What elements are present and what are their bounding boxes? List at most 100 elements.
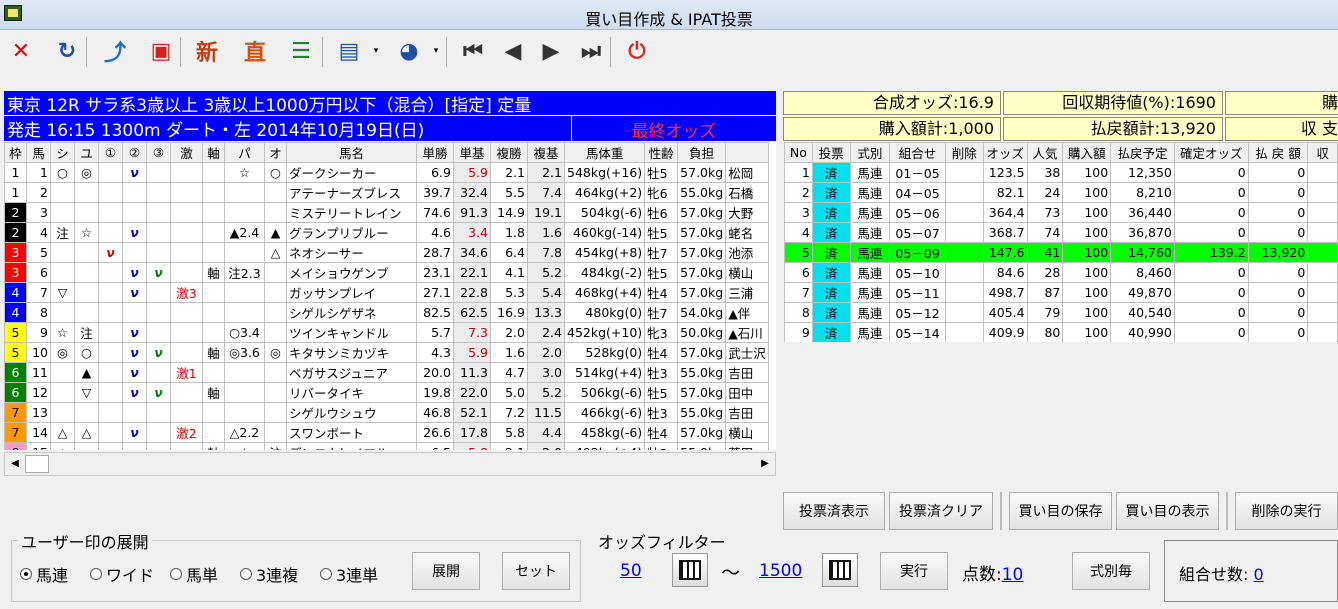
radio-1[interactable]: 馬連 bbox=[20, 562, 68, 586]
bet-row[interactable]: 1 済馬連 01－05 123.5 38 100 12,350 0 0 bbox=[784, 162, 1338, 183]
horse-col-header[interactable]: 馬 bbox=[26, 142, 51, 163]
horse-row[interactable]: 6 11 ▲ ν 激1 ベガサスジュニア 20.0 11.3 4.7 3.0 514kg(+4) 牡3… bbox=[4, 362, 769, 383]
vote-done-clear-button[interactable]: 投票済クリア bbox=[889, 492, 993, 530]
horse-row[interactable]: 6 12 ▽ ν ν 軸 リバータイキ 19.8 22.0 5.0 5.2 506kg(-6) 牡5 57… bbox=[4, 382, 769, 403]
bet-row[interactable]: 4 済馬連 05－07 368.7 74 100 36,870 0 0 bbox=[784, 222, 1338, 243]
horse-row[interactable]: 3 5 ν △ ネオシーサー 28.7 34.6 6.4 7.8 454kg(+8) 牡7 57.0k… bbox=[4, 242, 769, 263]
radio-dot-icon[interactable] bbox=[240, 568, 252, 580]
bet-col-header[interactable]: 払 戻 額 bbox=[1247, 142, 1309, 163]
bet-row[interactable]: 7 済馬連 05－11 498.7 87 100 49,870 0 0 bbox=[784, 282, 1338, 303]
horse-row[interactable]: 2 3 ミステリートレイン 74.6 91.3 14.9 19.1 504kg(-6) 牡6 57… bbox=[4, 202, 769, 223]
horizontal-scrollbar[interactable]: ◀ ▶ bbox=[4, 452, 776, 476]
radio-dot-icon[interactable] bbox=[320, 568, 332, 580]
horse-col-header[interactable]: パ bbox=[224, 142, 265, 163]
bet-row[interactable]: 3 済馬連 05－06 364.4 73 100 36,440 0 0 bbox=[784, 202, 1338, 223]
globe-icon[interactable]: ◕ bbox=[392, 34, 426, 68]
horse-col-header[interactable]: ① bbox=[98, 142, 123, 163]
horse-col-header[interactable]: ② bbox=[122, 142, 147, 163]
points-value[interactable]: 10 bbox=[1002, 565, 1024, 585]
horse-row[interactable]: 4 7 ▽ ν 激3 ガッサンプレイ 27.1 22.8 5.3 5.4 468kg(+4) 牡4 57… bbox=[4, 282, 769, 303]
horse-row[interactable]: 4 8 シゲルシゲザネ 82.5 62.5 16.9 13.3 480kg(0) 牡7 54.0k… bbox=[4, 302, 769, 323]
bet-col-header[interactable]: 確定オッズ bbox=[1173, 142, 1249, 163]
bet-row[interactable]: 9 済馬連 05－14 409.9 80 100 40,990 0 0 bbox=[784, 322, 1338, 342]
scroll-right-icon[interactable]: ▶ bbox=[757, 456, 773, 472]
calculator-icon[interactable] bbox=[822, 553, 858, 587]
bet-col-header[interactable]: 払戻予定 bbox=[1110, 142, 1175, 163]
horse-col-header[interactable]: 単勝 bbox=[416, 142, 454, 163]
horse-row[interactable]: 5 9 ☆ 注 ν ○3.4 ツインキャンドル 5.7 7.3 2.0 2.4 452kg(+10) 牝… bbox=[4, 322, 769, 343]
scroll-thumb[interactable] bbox=[25, 455, 49, 473]
horse-col-header[interactable]: シ bbox=[50, 142, 75, 163]
radio-dot-icon[interactable] bbox=[170, 568, 182, 580]
refresh-icon[interactable]: ↻ bbox=[50, 34, 84, 68]
bet-row[interactable]: 6 済馬連 05－10 84.6 28 100 8,460 0 0 bbox=[784, 262, 1338, 283]
bet-col-header[interactable]: 収 bbox=[1307, 142, 1338, 163]
calculator-icon[interactable] bbox=[672, 553, 708, 587]
horse-col-header[interactable]: 複基 bbox=[527, 142, 565, 163]
horse-row[interactable]: 5 10 ◎ ○ ν ν 軸 ◎3.6 ◎ キタサンミカヅキ 4.3 5.9 1.6 2.0 528kg(0… bbox=[4, 342, 769, 363]
horse-row[interactable]: 2 4 注 ☆ ν ▲2.4 ▲ グランプリブルー 4.6 3.4 1.8 1.6 460kg(-14)… bbox=[4, 222, 769, 243]
first-icon[interactable]: ⏮ bbox=[456, 34, 490, 68]
radio-4[interactable]: 3連複 bbox=[240, 562, 298, 586]
list-icon[interactable]: ☰ bbox=[284, 34, 318, 68]
bet-row[interactable]: 8 済馬連 05－12 405.4 79 100 40,540 0 0 bbox=[784, 302, 1338, 323]
bet-col-header[interactable]: 購入額 bbox=[1062, 142, 1112, 163]
horse-col-header[interactable]: 激 bbox=[170, 142, 203, 163]
newspaper-icon[interactable]: 新 bbox=[190, 34, 224, 68]
horse-col-header[interactable]: ユ bbox=[74, 142, 99, 163]
scroll-left-icon[interactable]: ◀ bbox=[7, 456, 23, 472]
radio-5[interactable]: 3連単 bbox=[320, 562, 378, 586]
delete-execute-button[interactable]: 削除の実行 bbox=[1235, 492, 1338, 530]
radio-dot-icon[interactable] bbox=[90, 568, 102, 580]
horse-col-header[interactable]: オ bbox=[264, 142, 287, 163]
odds-min-input[interactable]: 50 bbox=[620, 561, 642, 581]
bet-col-header[interactable]: オッズ bbox=[982, 142, 1028, 163]
bet-col-header[interactable]: No bbox=[784, 142, 813, 163]
bet-col-header[interactable]: 組合せ bbox=[889, 142, 946, 163]
by-type-button[interactable]: 式別毎 bbox=[1072, 552, 1150, 590]
horse-col-header[interactable]: 軸 bbox=[202, 142, 225, 163]
horse-row[interactable]: 1 2 アテーナーズブレス 39.7 32.4 5.5 7.4 464kg(+2) 牝6 55.0… bbox=[4, 182, 769, 203]
horse-col-header[interactable]: 性齢 bbox=[644, 142, 679, 163]
bet-row[interactable]: 2 済馬連 04－05 82.1 24 100 8,210 0 0 bbox=[784, 182, 1338, 203]
next-icon[interactable]: ▶ bbox=[534, 34, 568, 68]
odds-max-input[interactable]: 1500 bbox=[759, 561, 802, 581]
power-icon[interactable]: ⏻ bbox=[620, 34, 654, 68]
prerace-icon[interactable]: 直 bbox=[238, 34, 272, 68]
horse-col-header[interactable]: 複勝 bbox=[490, 142, 528, 163]
screen-icon[interactable]: ▣ bbox=[144, 34, 178, 68]
document-icon[interactable]: ▤ bbox=[332, 34, 366, 68]
bet-col-header[interactable]: 式別 bbox=[849, 142, 891, 163]
radio-3[interactable]: 馬単 bbox=[170, 562, 218, 586]
bet-row[interactable]: 5 済馬連 05－09 147.6 41 100 14,760 139.2 13,920 bbox=[784, 242, 1338, 263]
close-icon[interactable]: ✕ bbox=[4, 34, 38, 68]
last-icon[interactable]: ⏭ bbox=[574, 34, 608, 68]
horse-row[interactable]: 3 6 ν ν 軸注2.3 メイショウゲンブ 23.1 22.1 4.1 5.2 484kg(-2)… bbox=[4, 262, 769, 283]
radio-dot-icon[interactable] bbox=[20, 568, 32, 580]
save-bets-button[interactable]: 買い目の保存 bbox=[1009, 492, 1112, 530]
horse-row[interactable]: 1 1 ○ ◎ ν ☆ ○ ダークシーカー 6.9 5.9 2.1 2.1 548kg(+16) 牡5 57… bbox=[4, 162, 769, 183]
horse-row[interactable]: 7 13 シゲルウシュウ 46.8 52.1 7.2 11.5 466kg(-6) 牡3 55.0… bbox=[4, 402, 769, 423]
horse-col-header[interactable]: 枠 bbox=[4, 142, 27, 163]
dropdown-icon[interactable]: ▾ bbox=[430, 34, 442, 68]
horse-col-header[interactable]: 負担 bbox=[677, 142, 727, 163]
return-icon[interactable]: ⤴ bbox=[98, 34, 132, 68]
horse-col-header[interactable]: 馬名 bbox=[286, 142, 417, 163]
horse-row[interactable]: 815▲ νν 軸☆注デンコウヒノマル6.55.82.12.0492kg(+4)牡3… bbox=[4, 442, 769, 450]
expand-button[interactable]: 展開 bbox=[412, 552, 480, 590]
radio-2[interactable]: ワイド bbox=[90, 562, 154, 586]
bet-col-header[interactable]: 投票 bbox=[811, 142, 851, 163]
horse-col-header[interactable] bbox=[725, 142, 769, 163]
horse-col-header[interactable]: 馬体重 bbox=[563, 142, 646, 163]
prev-icon[interactable]: ◀ bbox=[496, 34, 530, 68]
horse-col-header[interactable]: ③ bbox=[146, 142, 171, 163]
combo-value[interactable]: 0 bbox=[1254, 565, 1264, 584]
run-button[interactable]: 実行 bbox=[880, 552, 948, 590]
bet-col-header[interactable]: 削除 bbox=[944, 142, 984, 163]
set-button[interactable]: セット bbox=[502, 552, 570, 590]
show-bets-button[interactable]: 買い目の表示 bbox=[1116, 492, 1219, 530]
bet-col-header[interactable]: 人気 bbox=[1026, 142, 1064, 163]
vote-done-show-button[interactable]: 投票済表示 bbox=[783, 492, 885, 530]
dropdown-icon[interactable]: ▾ bbox=[370, 34, 382, 68]
horse-col-header[interactable]: 単基 bbox=[453, 142, 491, 163]
